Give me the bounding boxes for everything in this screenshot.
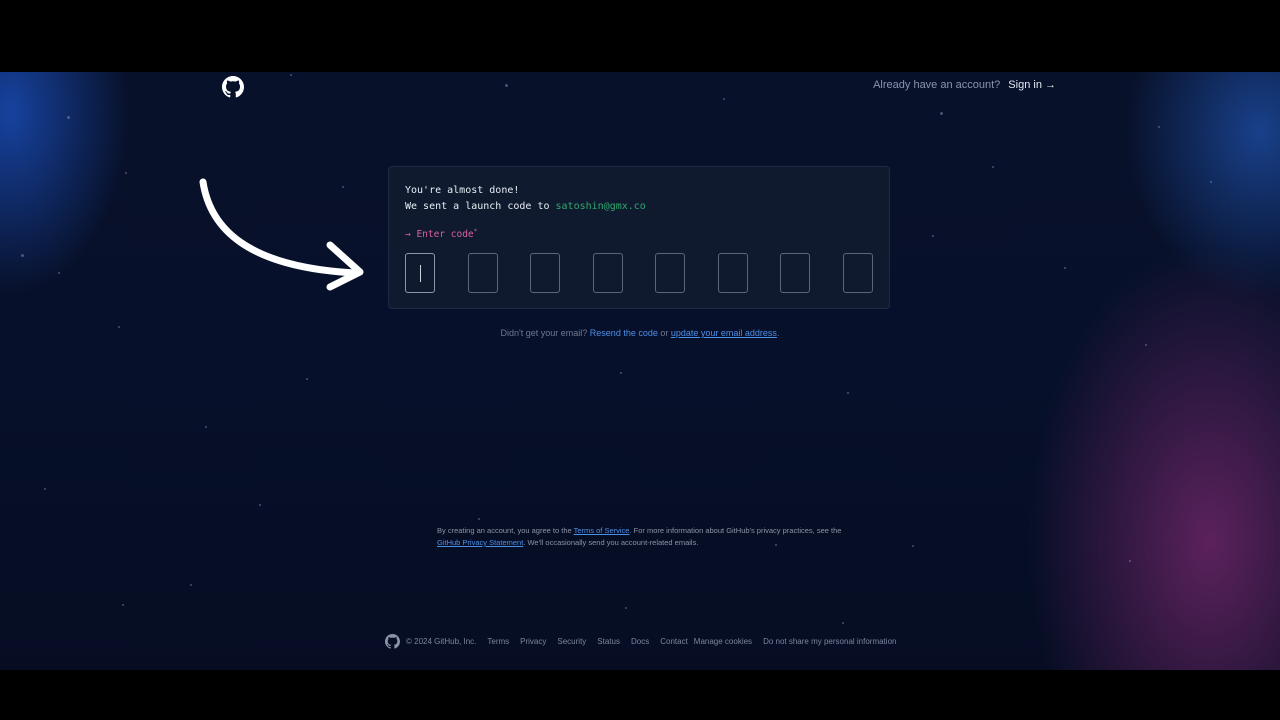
already-account-text: Already have an account? bbox=[873, 79, 1001, 91]
legal-text-3: . We'll occasionally send you account-re… bbox=[523, 538, 699, 547]
star bbox=[125, 172, 127, 174]
star bbox=[723, 98, 725, 100]
email-address: satoshin@gmx.co bbox=[555, 201, 646, 212]
letterbox-bottom bbox=[0, 670, 1280, 720]
star bbox=[306, 378, 308, 380]
star bbox=[44, 488, 46, 490]
signup-page: Already have an account? Sign in → You'r… bbox=[0, 72, 1280, 670]
code-digit-input-4[interactable] bbox=[592, 253, 623, 293]
star bbox=[992, 166, 994, 168]
star bbox=[58, 272, 60, 274]
star bbox=[190, 584, 192, 586]
star bbox=[1158, 126, 1160, 128]
star bbox=[67, 116, 70, 119]
star bbox=[505, 84, 508, 87]
star bbox=[1210, 181, 1212, 183]
text-caret bbox=[420, 265, 421, 282]
star bbox=[1129, 560, 1131, 562]
update-email-link[interactable]: update your email address bbox=[671, 328, 777, 338]
star bbox=[912, 545, 914, 547]
code-digit-input-5[interactable] bbox=[655, 253, 685, 293]
github-logo-icon[interactable] bbox=[385, 634, 400, 649]
legal-text-1: By creating an account, you agree to the bbox=[437, 526, 574, 535]
resend-or: or bbox=[657, 328, 671, 338]
star bbox=[205, 426, 207, 428]
star bbox=[620, 372, 622, 374]
footer-link-terms[interactable]: Terms bbox=[487, 637, 509, 646]
code-digit-input-3[interactable] bbox=[530, 253, 560, 293]
launch-code-sent-text: We sent a launch code to satoshin@gmx.co bbox=[405, 201, 646, 212]
star bbox=[1064, 267, 1066, 269]
footer-link-manage-cookies[interactable]: Manage cookies bbox=[694, 637, 752, 646]
star bbox=[1145, 344, 1147, 346]
github-logo-icon[interactable] bbox=[222, 76, 244, 98]
star bbox=[122, 604, 124, 606]
footer-link-docs[interactable]: Docs bbox=[631, 637, 649, 646]
resend-code-link[interactable]: Resend the code bbox=[590, 328, 658, 338]
legal-text-2: . For more information about GitHub's pr… bbox=[629, 526, 842, 535]
header-signin-area: Already have an account? Sign in → bbox=[873, 79, 1056, 91]
letterbox-top bbox=[0, 0, 1280, 72]
star bbox=[21, 254, 24, 257]
star bbox=[290, 74, 292, 76]
star bbox=[625, 607, 627, 609]
privacy-statement-link[interactable]: GitHub Privacy Statement bbox=[437, 538, 523, 547]
star bbox=[842, 622, 844, 624]
resend-line: Didn't get your email? Resend the code o… bbox=[0, 328, 1280, 338]
signin-link[interactable]: Sign in → bbox=[1008, 79, 1056, 91]
star bbox=[847, 392, 849, 394]
code-digit-input-6[interactable] bbox=[717, 253, 748, 293]
launch-code-prefix: We sent a launch code to bbox=[405, 201, 556, 212]
almost-done-text: You're almost done! bbox=[405, 185, 520, 196]
code-digit-input-2[interactable] bbox=[467, 253, 498, 293]
star bbox=[259, 504, 261, 506]
star bbox=[940, 112, 943, 115]
code-digit-input-8[interactable] bbox=[842, 253, 873, 293]
terms-of-service-link[interactable]: Terms of Service bbox=[574, 526, 630, 535]
footer: © 2024 GitHub, Inc. Terms Privacy Securi… bbox=[385, 634, 907, 649]
star bbox=[478, 518, 480, 520]
arrow-annotation-icon bbox=[199, 178, 364, 291]
footer-copyright: © 2024 GitHub, Inc. bbox=[406, 637, 477, 646]
code-digit-input-1[interactable] bbox=[405, 253, 435, 293]
star bbox=[932, 235, 934, 237]
code-digit-input-7[interactable] bbox=[780, 253, 810, 293]
verification-card: You're almost done! We sent a launch cod… bbox=[388, 166, 890, 309]
footer-link-do-not-share[interactable]: Do not share my personal information bbox=[763, 637, 896, 646]
footer-link-status[interactable]: Status bbox=[597, 637, 620, 646]
required-mark: * bbox=[473, 228, 478, 235]
footer-link-security[interactable]: Security bbox=[557, 637, 586, 646]
footer-link-privacy[interactable]: Privacy bbox=[520, 637, 546, 646]
enter-code-label: → Enter code* bbox=[405, 228, 477, 240]
resend-prefix: Didn't get your email? bbox=[500, 328, 590, 338]
enter-code-label-text: → Enter code bbox=[405, 229, 474, 241]
footer-link-contact[interactable]: Contact bbox=[660, 637, 688, 646]
resend-suffix: . bbox=[776, 328, 780, 338]
legal-notice: By creating an account, you agree to the… bbox=[437, 525, 857, 549]
